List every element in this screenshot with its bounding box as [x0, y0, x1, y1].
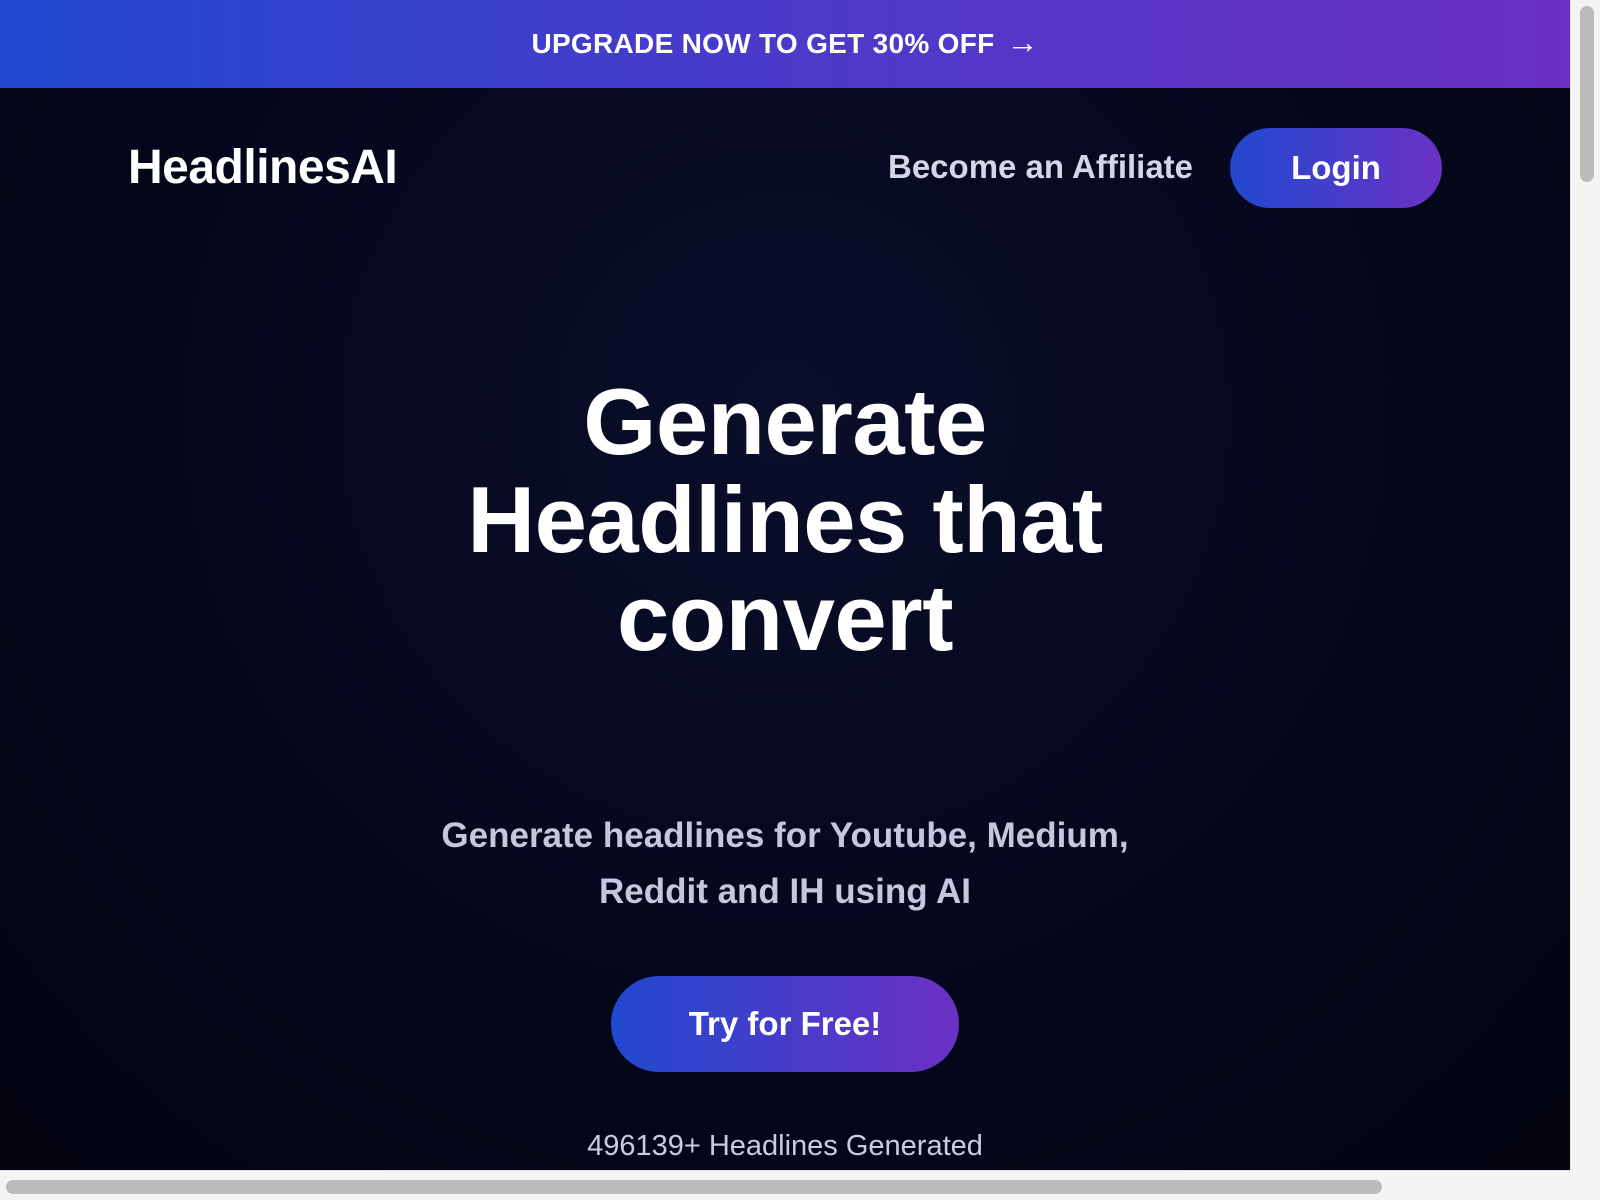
headline-line-3: convert: [616, 565, 954, 670]
subhead-line-1: Generate headlines for Youtube, Medium,: [441, 816, 1129, 855]
become-affiliate-link[interactable]: Become an Affiliate: [888, 148, 1193, 186]
upgrade-promo-banner[interactable]: UPGRADE NOW TO GET 30% OFF →: [0, 0, 1570, 88]
brand-logo[interactable]: HeadlinesAI: [128, 140, 398, 195]
hero-subheading: Generate headlines for Youtube, Medium, …: [385, 808, 1185, 920]
hero-headline: Generate Headlines that convert: [285, 373, 1285, 667]
vertical-scrollbar[interactable]: [1570, 0, 1600, 1200]
scrollbar-corner: [1570, 1170, 1600, 1200]
arrow-right-icon: →: [1006, 24, 1039, 60]
promo-text: UPGRADE NOW TO GET 30% OFF: [531, 28, 995, 59]
horizontal-scrollbar-thumb[interactable]: [6, 1180, 1382, 1194]
headlines-generated-counter: 496139+ Headlines Generated: [587, 1130, 983, 1162]
vertical-scrollbar-thumb[interactable]: [1580, 6, 1594, 182]
page-viewport: UPGRADE NOW TO GET 30% OFF → HeadlinesAI…: [0, 0, 1570, 1170]
login-button[interactable]: Login: [1230, 128, 1442, 208]
top-navbar: HeadlinesAI Become an Affiliate Login: [0, 88, 1570, 253]
headline-line-2: Headlines that: [467, 467, 1103, 572]
subhead-line-2: Reddit and IH using AI: [598, 872, 972, 911]
hero-section: HeadlinesAI Become an Affiliate Login Ge…: [0, 88, 1570, 1170]
horizontal-scrollbar[interactable]: [0, 1170, 1570, 1200]
try-for-free-button[interactable]: Try for Free!: [611, 976, 959, 1072]
headline-line-1: Generate: [583, 369, 987, 474]
